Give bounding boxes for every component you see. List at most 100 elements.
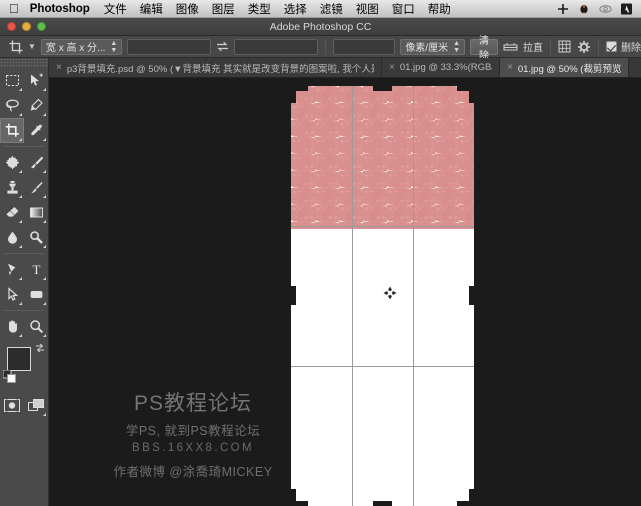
clear-button[interactable]: 清除 — [470, 36, 499, 62]
crop-handle-top-left-v[interactable] — [291, 86, 296, 103]
pen-tool[interactable] — [0, 257, 24, 282]
crop-width-input[interactable] — [127, 38, 212, 55]
eraser-tool[interactable] — [0, 200, 24, 225]
resolution-unit-dropdown[interactable]: 像素/厘米 ▲ ▼ — [400, 38, 466, 55]
tab-label: 01.jpg @ 33.3%(RGB/8... — [399, 62, 492, 73]
tab-01jpg-33[interactable]: × 01.jpg @ 33.3%(RGB/8... — [382, 58, 500, 77]
crop-handle-bottom-center[interactable] — [373, 501, 392, 506]
straighten-label[interactable]: 拉直 — [523, 39, 543, 54]
swap-dimensions-icon[interactable] — [216, 41, 229, 52]
tools-panel-grip[interactable] — [0, 58, 48, 68]
adobe-icon[interactable] — [621, 3, 632, 15]
canvas-workspace[interactable]: PS教程论坛 学PS, 就到PS教程论坛 BBS.16XX8.COM 作者微博 … — [49, 78, 641, 506]
quick-mask-icon[interactable] — [0, 393, 24, 418]
delete-cropped-pixels-label: 删除裁剪的像素 — [621, 43, 641, 54]
close-icon[interactable]: × — [56, 62, 62, 73]
crop-handle-middle-left[interactable] — [291, 286, 296, 305]
rectangle-tool[interactable] — [24, 282, 48, 307]
tools-divider-1 — [4, 146, 44, 147]
zoom-tool[interactable] — [24, 314, 48, 339]
crop-overlay-grid-icon[interactable] — [558, 38, 572, 56]
minimize-button[interactable] — [22, 22, 31, 31]
window-controls — [7, 22, 46, 31]
tab-label: 01.jpg @ 50% (裁剪预览 — [517, 63, 622, 75]
eye-icon[interactable] — [599, 3, 612, 15]
tools-divider-3 — [4, 310, 44, 311]
lasso-tool[interactable] — [0, 93, 24, 118]
apple-icon[interactable]:  — [9, 2, 19, 15]
hand-tool[interactable] — [0, 314, 24, 339]
crop-handle-top-right-v[interactable] — [469, 86, 474, 103]
photoshop-window:  Photoshop 文件 编辑 图像 图层 类型 选择 滤镜 视图 窗口 帮… — [0, 0, 641, 506]
gear-icon[interactable] — [577, 38, 591, 56]
close-icon[interactable]: × — [507, 62, 513, 73]
foreground-color-swatch[interactable] — [7, 347, 31, 371]
menu-item-file[interactable]: 文件 — [104, 1, 127, 17]
default-colors-icon[interactable] — [2, 369, 16, 388]
crop-tool[interactable] — [0, 118, 24, 143]
penguin-icon[interactable] — [578, 3, 590, 15]
crosshair-icon[interactable] — [557, 3, 569, 15]
pattern-motifs-layer-offset — [291, 86, 474, 229]
watermark-url: BBS.16XX8.COM — [132, 442, 254, 455]
quick-selection-tool[interactable] — [24, 93, 48, 118]
tab-01jpg-50-crop-preview[interactable]: × 01.jpg @ 50% (裁剪预览 — [500, 58, 630, 77]
crop-height-input[interactable] — [234, 38, 319, 55]
crop-handle-bottom-right-v[interactable] — [469, 489, 474, 506]
type-tool[interactable]: T — [24, 257, 48, 282]
menu-item-image[interactable]: 图像 — [176, 1, 199, 17]
crop-preset-label: 宽 x 高 x 分... — [45, 43, 106, 54]
crop-grid-vertical-2 — [413, 86, 414, 506]
color-swatches — [0, 343, 48, 389]
marquee-tool[interactable] — [0, 68, 24, 93]
tab-p3-background-fill[interactable]: × p3背景填充.psd @ 50% (▼背景填充 其实就是改变背景的图案啦, … — [49, 58, 382, 77]
crop-handle-bottom-left-v[interactable] — [291, 489, 296, 506]
straighten-icon[interactable] — [503, 38, 518, 56]
eyedropper-tool[interactable] — [24, 118, 48, 143]
zoom-button[interactable] — [37, 22, 46, 31]
menu-item-window[interactable]: 窗口 — [392, 1, 415, 17]
blur-tool[interactable] — [0, 225, 24, 250]
tool-preset-chevron-icon[interactable]: ▼ — [28, 42, 36, 51]
crop-handle-top-center[interactable] — [373, 86, 392, 91]
resolution-unit-label: 像素/厘米 — [405, 43, 449, 54]
menu-item-edit[interactable]: 编辑 — [140, 1, 163, 17]
menu-item-help[interactable]: 帮助 — [428, 1, 451, 17]
options-divider-1 — [325, 38, 327, 55]
close-icon[interactable]: × — [389, 62, 395, 73]
menu-item-view[interactable]: 视图 — [356, 1, 379, 17]
window-titlebar: Adobe Photoshop CC — [0, 18, 641, 36]
path-selection-tool[interactable] — [0, 282, 24, 307]
crop-tool-icon[interactable] — [9, 38, 23, 56]
chevron-updown-icon: ▲ ▼ — [110, 39, 118, 54]
crop-preset-dropdown[interactable]: 宽 x 高 x 分... ▲ ▼ — [40, 38, 123, 55]
crop-grid-vertical-1 — [352, 86, 353, 506]
options-divider-2 — [550, 38, 552, 55]
tool-options-bar: ▼ 宽 x 高 x 分... ▲ ▼ 像素/厘米 ▲ ▼ 清除 拉直 删除 — [0, 36, 641, 62]
tools-divider-2 — [4, 253, 44, 254]
spot-healing-brush-tool[interactable] — [0, 150, 24, 175]
dodge-tool[interactable] — [24, 225, 48, 250]
chevron-updown-icon-2: ▲ ▼ — [453, 39, 461, 54]
move-tool[interactable] — [24, 68, 48, 93]
menu-item-layer[interactable]: 图层 — [212, 1, 235, 17]
screen-mode-icon[interactable] — [24, 393, 48, 418]
close-button[interactable] — [7, 22, 16, 31]
brush-tool[interactable] — [24, 150, 48, 175]
crop-resolution-input[interactable] — [333, 38, 396, 55]
menubar-app-name[interactable]: Photoshop — [30, 3, 90, 15]
menu-item-type[interactable]: 类型 — [248, 1, 271, 17]
svg-text:T: T — [32, 262, 40, 277]
menu-item-filter[interactable]: 滤镜 — [320, 1, 343, 17]
history-brush-tool[interactable] — [24, 175, 48, 200]
forum-watermark: PS教程论坛 学PS, 就到PS教程论坛 BBS.16XX8.COM 作者微博 … — [83, 392, 303, 480]
menu-item-select[interactable]: 选择 — [284, 1, 307, 17]
options-divider-3 — [598, 38, 600, 55]
watermark-title: PS教程论坛 — [133, 392, 252, 415]
clone-stamp-tool[interactable] — [0, 175, 24, 200]
checkbox-box — [606, 41, 618, 52]
swap-colors-icon[interactable] — [35, 343, 45, 356]
crop-handle-middle-right[interactable] — [469, 286, 474, 305]
gradient-tool[interactable] — [24, 200, 48, 225]
delete-cropped-pixels-checkbox[interactable]: 删除裁剪的像素 — [606, 39, 641, 54]
